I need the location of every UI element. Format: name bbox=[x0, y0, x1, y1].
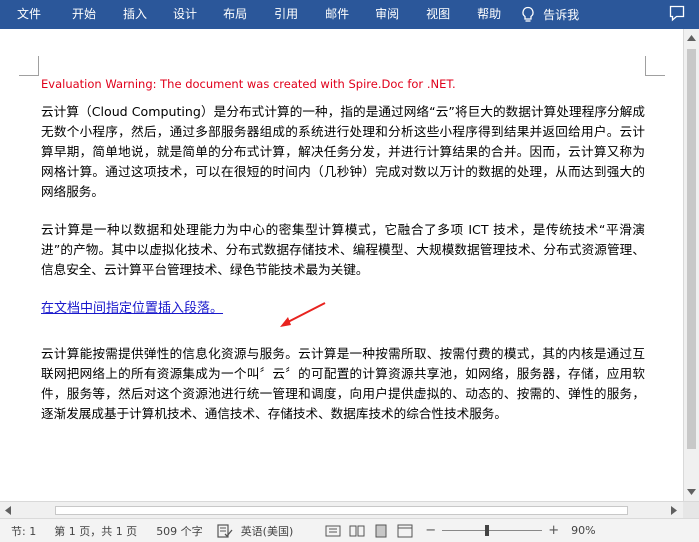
paragraph-2: 云计算是一种以数据和处理能力为中心的密集型计算模式，它融合了多项 ICT 技术，… bbox=[41, 222, 645, 277]
view-buttons bbox=[325, 524, 413, 538]
zoom-in-button[interactable]: + bbox=[548, 523, 559, 538]
tell-me-box[interactable]: 告诉我 bbox=[521, 6, 579, 23]
paragraph-3: 云计算能按需提供弹性的信息化资源与服务。云计算是一种按需所取、按需付费的模式，其… bbox=[41, 346, 645, 421]
paragraph-1: 云计算（Cloud Computing）是分布式计算的一种，指的是通过网络“云”… bbox=[41, 104, 645, 199]
tab-insert[interactable]: 插入 bbox=[123, 0, 147, 29]
tab-references[interactable]: 引用 bbox=[274, 0, 298, 29]
zoom-track[interactable] bbox=[442, 525, 543, 536]
page-indicator[interactable]: 第 1 页，共 1 页 bbox=[54, 523, 137, 539]
status-bar: 节: 1 第 1 页，共 1 页 509 个字 英语(美国) − + 90% bbox=[0, 518, 699, 542]
zoom-percent[interactable]: 90% bbox=[571, 524, 595, 537]
evaluation-warning: Evaluation Warning: The document was cre… bbox=[41, 77, 456, 91]
margin-corner-top-left bbox=[19, 56, 39, 76]
scroll-right-icon[interactable] bbox=[671, 506, 677, 515]
scroll-up-icon[interactable] bbox=[687, 35, 696, 41]
tab-view[interactable]: 视图 bbox=[426, 0, 450, 29]
zoom-out-button[interactable]: − bbox=[425, 523, 436, 538]
vertical-scrollbar[interactable] bbox=[683, 29, 699, 501]
scroll-left-icon[interactable] bbox=[5, 506, 11, 515]
document-body: Evaluation Warning: The document was cre… bbox=[41, 75, 645, 424]
tab-review[interactable]: 审阅 bbox=[375, 0, 399, 29]
web-layout-icon[interactable] bbox=[397, 524, 413, 538]
lightbulb-icon bbox=[522, 6, 534, 22]
vertical-scroll-thumb[interactable] bbox=[687, 49, 696, 449]
tab-layout[interactable]: 布局 bbox=[223, 0, 247, 29]
document-canvas[interactable]: Evaluation Warning: The document was cre… bbox=[0, 29, 683, 501]
scroll-down-icon[interactable] bbox=[687, 489, 696, 495]
proofing-icon[interactable] bbox=[217, 523, 233, 538]
section-indicator[interactable]: 节: 1 bbox=[11, 523, 36, 539]
scrollbar-corner bbox=[683, 502, 699, 519]
read-mode-icon[interactable] bbox=[349, 524, 365, 538]
language-indicator[interactable]: 英语(美国) bbox=[241, 523, 294, 539]
word-count[interactable]: 509 个字 bbox=[156, 523, 203, 539]
inserted-paragraph-link[interactable]: 在文档中间指定位置插入段落。 bbox=[41, 299, 223, 319]
horizontal-scroll-thumb[interactable] bbox=[55, 506, 628, 515]
comment-icon[interactable] bbox=[669, 5, 685, 22]
tab-mailings[interactable]: 邮件 bbox=[325, 0, 349, 29]
tell-me-label: 告诉我 bbox=[543, 8, 580, 22]
zoom-knob[interactable] bbox=[484, 525, 489, 536]
margin-corner-top-right bbox=[645, 56, 665, 76]
ribbon-tab-bar: 文件 开始 插入 设计 布局 引用 邮件 审阅 视图 帮助 告诉我 bbox=[0, 0, 699, 29]
annotation-arrow bbox=[280, 302, 326, 327]
print-layout-icon[interactable] bbox=[373, 524, 389, 538]
tab-help[interactable]: 帮助 bbox=[477, 0, 501, 29]
focus-mode-icon[interactable] bbox=[325, 524, 341, 538]
tab-design[interactable]: 设计 bbox=[173, 0, 197, 29]
tab-home[interactable]: 开始 bbox=[72, 0, 96, 29]
tab-file[interactable]: 文件 bbox=[17, 0, 41, 29]
zoom-slider[interactable]: − + bbox=[425, 523, 559, 538]
horizontal-scrollbar[interactable] bbox=[0, 501, 699, 519]
